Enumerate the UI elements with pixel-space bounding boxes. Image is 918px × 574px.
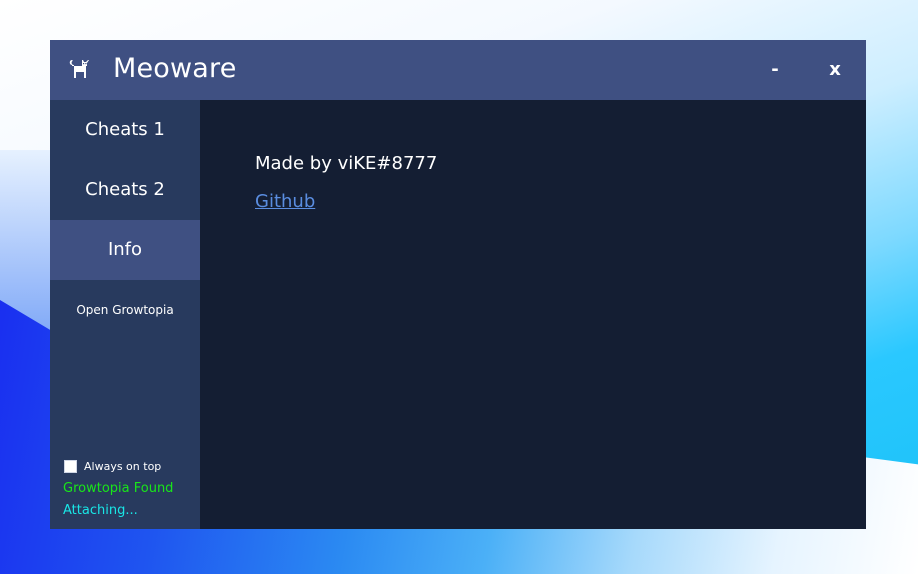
always-on-top-checkbox[interactable]: Always on top — [64, 458, 161, 474]
checkbox-box[interactable] — [64, 459, 77, 473]
github-link[interactable]: Github — [255, 191, 315, 212]
author-credit: Made by viKE#8777 — [255, 153, 438, 174]
status-growtopia-found: Growtopia Found — [63, 481, 174, 496]
open-growtopia-button[interactable]: Open Growtopia — [50, 290, 200, 330]
sidebar-item-info[interactable]: Info — [50, 220, 200, 280]
minimize-button[interactable]: - — [762, 57, 788, 83]
app-title: Meoware — [113, 53, 237, 84]
info-panel: Made by viKE#8777 Github — [200, 100, 866, 529]
status-attaching: Attaching... — [63, 503, 138, 518]
sidebar: Cheats 1 Cheats 2 Info Open Growtopia Al… — [50, 100, 200, 529]
title-bar[interactable]: Meoware - x — [50, 40, 866, 100]
close-button[interactable]: x — [822, 57, 848, 83]
cat-icon — [68, 57, 92, 81]
sidebar-item-cheats-2[interactable]: Cheats 2 — [50, 160, 200, 220]
app-window: Meoware - x Cheats 1 Cheats 2 Info Open … — [50, 40, 866, 529]
sidebar-item-cheats-1[interactable]: Cheats 1 — [50, 100, 200, 160]
always-on-top-label: Always on top — [84, 459, 162, 473]
